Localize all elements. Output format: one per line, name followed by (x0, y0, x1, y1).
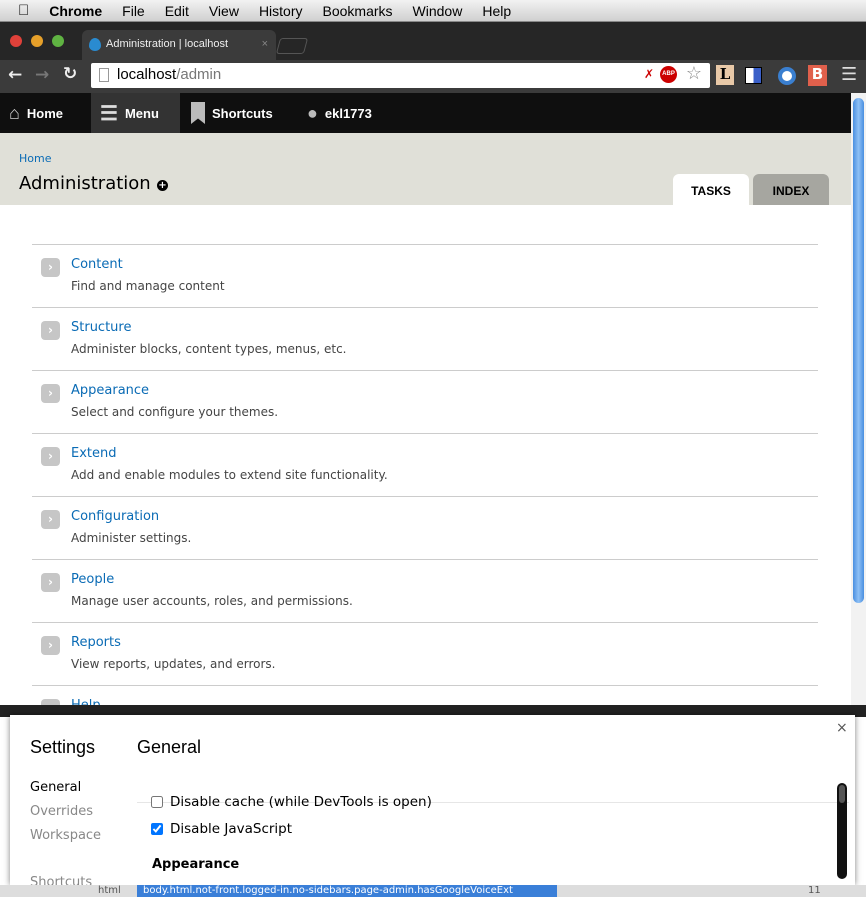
menu-history[interactable]: History (259, 3, 303, 19)
settings-nav-workspace[interactable]: Workspace (30, 828, 101, 843)
settings-nav-shortcuts[interactable]: Shortcuts (30, 875, 92, 885)
tab-strip: Administration | localhost × (0, 22, 866, 60)
extension-l-icon[interactable]: L (716, 65, 734, 85)
google-voice-icon[interactable] (778, 67, 796, 85)
tab-index[interactable]: INDEX (753, 174, 829, 205)
list-item: › Configuration Administer settings. (32, 496, 818, 559)
settings-section-title: General (137, 737, 202, 757)
drupal-toolbar: ⌂ Home ☰ Menu Shortcuts ● ekl1773 (0, 93, 851, 133)
page-header: Home Administration + TASKS INDEX (0, 133, 851, 205)
drupal-favicon (89, 38, 101, 51)
toolbar-user[interactable]: ● ekl1773 (298, 93, 381, 133)
menu-app-name[interactable]: Chrome (49, 3, 102, 19)
bookmark-icon (191, 102, 205, 124)
chrome-menu-icon[interactable]: ☰ (841, 64, 857, 85)
list-item: › Appearance Select and configure your the… (32, 370, 818, 433)
tab-close-icon[interactable]: × (262, 38, 268, 50)
menu-edit[interactable]: Edit (165, 3, 189, 19)
add-shortcut-icon[interactable]: + (157, 180, 168, 191)
chevron-right-icon: › (41, 384, 60, 403)
list-item: › Structure Administer blocks, content typ… (32, 307, 818, 370)
devtools-status-bar: html body.html.not-front.logged-in.no-si… (0, 885, 866, 897)
page-scrollbar[interactable] (851, 93, 866, 705)
status-selector-path[interactable]: body.html.not-front.logged-in.no-sidebar… (137, 885, 557, 897)
warning-count[interactable]: 11 (808, 885, 821, 896)
close-icon[interactable]: × (836, 720, 848, 736)
list-item: › People Manage user accounts, roles, and … (32, 559, 818, 622)
extension-b-icon[interactable]: B (808, 65, 827, 86)
browser-tab[interactable]: Administration | localhost × (82, 30, 276, 60)
disable-javascript-option[interactable]: Disable JavaScript (151, 821, 292, 837)
chevron-right-icon: › (41, 636, 60, 655)
settings-scrollbar-thumb[interactable] (839, 785, 845, 803)
status-html-tag[interactable]: html (98, 885, 121, 896)
disable-javascript-checkbox[interactable] (151, 823, 163, 835)
menu-file[interactable]: File (122, 3, 145, 19)
close-window-button[interactable] (10, 35, 22, 47)
toolbar-home[interactable]: ⌂ Home (0, 93, 72, 133)
hamburger-icon: ☰ (100, 102, 118, 125)
tab-tasks[interactable]: TASKS (673, 174, 749, 205)
page-title: Administration (19, 173, 151, 194)
home-icon: ⌂ (9, 102, 20, 123)
chevron-right-icon: › (41, 447, 60, 466)
scrollbar-thumb[interactable] (853, 98, 864, 603)
toolbar-shortcuts[interactable]: Shortcuts (182, 93, 282, 133)
settings-title: Settings (30, 737, 96, 757)
back-icon[interactable]: ← (8, 65, 22, 85)
menu-help[interactable]: Help (482, 3, 511, 19)
page-icon (99, 68, 109, 82)
menu-view[interactable]: View (209, 3, 239, 19)
bookmark-star-icon[interactable]: ☆ (686, 63, 702, 84)
disable-cache-checkbox[interactable] (151, 796, 163, 808)
url-input[interactable]: localhost/admin ✗ ABP ☆ (91, 63, 710, 88)
breadcrumb-home[interactable]: Home (19, 152, 51, 165)
address-toolbar: ← → ↻ localhost/admin ✗ ABP ☆ L B ☰ (0, 60, 866, 93)
disable-cache-option[interactable]: Disable cache (while DevTools is open) (151, 794, 432, 810)
chevron-right-icon: › (41, 510, 60, 529)
forward-icon[interactable]: → (35, 65, 49, 85)
appearance-heading: Appearance (152, 857, 240, 872)
menu-window[interactable]: Window (413, 3, 463, 19)
devtools-settings-dialog: Settings General × General Overrides Wor… (10, 715, 855, 885)
tab-title: Administration | localhost (106, 38, 229, 50)
chevron-right-icon: › (41, 321, 60, 340)
script-blocked-icon[interactable]: ✗ (644, 67, 654, 81)
minimize-window-button[interactable] (31, 35, 43, 47)
chevron-right-icon: › (41, 258, 60, 277)
chevron-right-icon: › (41, 573, 60, 592)
extension-grid-icon[interactable] (745, 67, 762, 84)
list-item: › Extend Add and enable modules to extend … (32, 433, 818, 496)
menu-bookmarks[interactable]: Bookmarks (323, 3, 393, 19)
mac-menubar:  Chrome File Edit View History Bookmark… (0, 0, 866, 22)
list-item: › Reports View reports, updates, and error… (32, 622, 818, 685)
reload-icon[interactable]: ↻ (63, 64, 77, 84)
settings-nav-general[interactable]: General (30, 780, 81, 795)
adblock-icon[interactable]: ABP (660, 66, 677, 83)
list-item: › Content Find and manage content (32, 244, 818, 307)
settings-scrollbar[interactable] (837, 783, 847, 879)
settings-nav-overrides[interactable]: Overrides (30, 804, 93, 819)
apple-icon[interactable]:  (18, 2, 29, 19)
toolbar-menu[interactable]: ☰ Menu (91, 93, 180, 133)
zoom-window-button[interactable] (52, 35, 64, 47)
user-icon: ● (307, 102, 318, 123)
new-tab-button[interactable] (275, 38, 309, 54)
